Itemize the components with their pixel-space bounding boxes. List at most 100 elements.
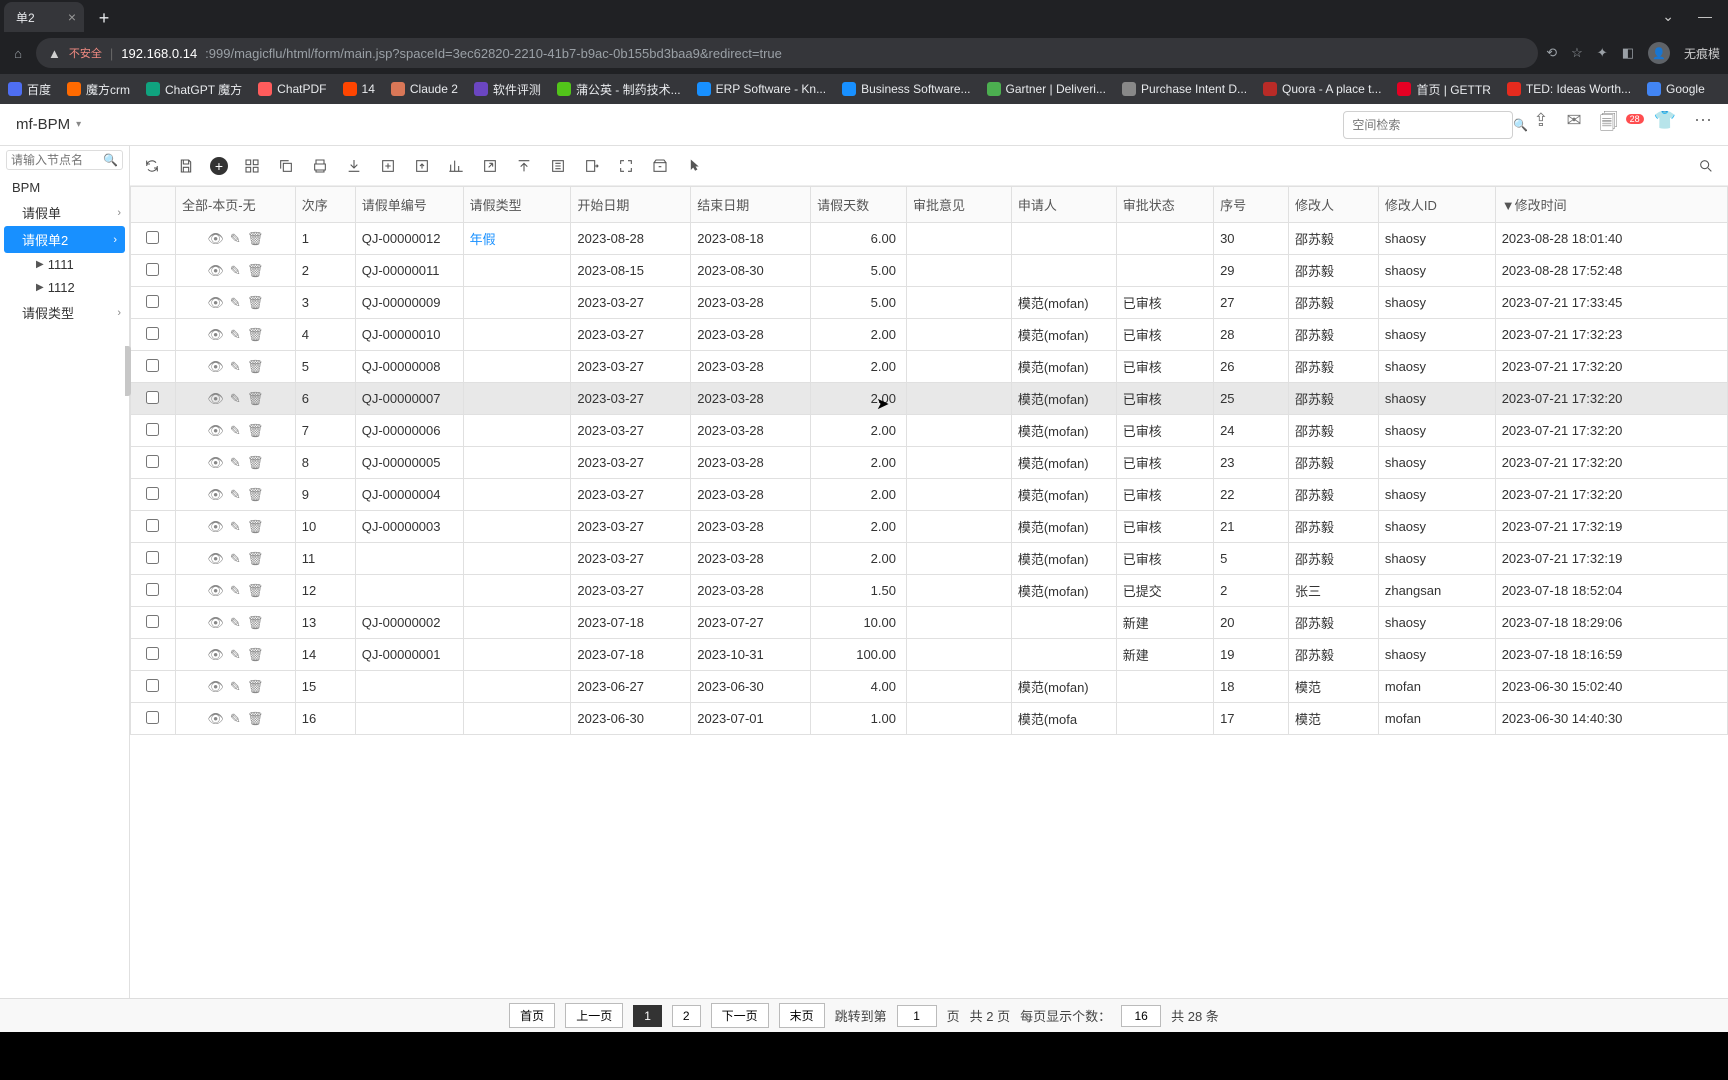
col-opinion[interactable]: 审批意见 (906, 187, 1011, 223)
row-checkbox[interactable] (146, 455, 159, 468)
table-row[interactable]: 👁 ✎ 🗑 13 QJ-00000002 2023-07-18 2023-07-… (131, 607, 1728, 639)
edit-icon[interactable]: ✎ (230, 359, 241, 375)
delete-icon[interactable]: 🗑 (247, 551, 264, 567)
table-row[interactable]: 👁 ✎ 🗑 5 QJ-00000008 2023-03-27 2023-03-2… (131, 351, 1728, 383)
col-start[interactable]: 开始日期 (571, 187, 691, 223)
view-icon[interactable]: 👁 (207, 423, 224, 439)
minimize-icon[interactable]: — (1698, 8, 1712, 25)
delete-icon[interactable]: 🗑 (247, 583, 264, 599)
copy-icon[interactable] (276, 156, 296, 176)
next-page-button[interactable]: 下一页 (711, 1003, 769, 1028)
fullscreen-icon[interactable] (616, 156, 636, 176)
edit-icon[interactable]: ✎ (230, 583, 241, 599)
bookmark-item[interactable]: 首页 | GETTR (1397, 81, 1490, 98)
edit-icon[interactable]: ✎ (230, 647, 241, 663)
bookmark-item[interactable]: ERP Software - Kn... (697, 82, 827, 96)
add-button[interactable]: + (210, 157, 228, 175)
bookmark-item[interactable]: Claude 2 (391, 82, 458, 96)
bookmark-item[interactable]: Gartner | Deliveri... (987, 82, 1106, 96)
table-row[interactable]: 👁 ✎ 🗑 1 QJ-00000012 年假 2023-08-28 2023-0… (131, 223, 1728, 255)
space-search-input[interactable] (1352, 118, 1507, 132)
new-tab-button[interactable]: + (90, 4, 118, 32)
bookmark-item[interactable]: ChatGPT 魔方 (146, 81, 242, 98)
edit-icon[interactable]: ✎ (230, 551, 241, 567)
delete-icon[interactable]: 🗑 (247, 359, 264, 375)
mail-icon[interactable]: ✉ (1566, 110, 1581, 140)
tree-node-1112[interactable]: ▶1112 (0, 276, 129, 299)
view-icon[interactable]: 👁 (207, 359, 224, 375)
grid-icon[interactable] (242, 156, 262, 176)
table-row[interactable]: 👁 ✎ 🗑 11 2023-03-27 2023-03-28 2.00 模范(m… (131, 543, 1728, 575)
table-row[interactable]: 👁 ✎ 🗑 14 QJ-00000001 2023-07-18 2023-10-… (131, 639, 1728, 671)
table-row[interactable]: 👁 ✎ 🗑 3 QJ-00000009 2023-03-27 2023-03-2… (131, 287, 1728, 319)
bookmark-item[interactable]: Quora - A place t... (1263, 82, 1381, 96)
table-row[interactable]: 👁 ✎ 🗑 4 QJ-00000010 2023-03-27 2023-03-2… (131, 319, 1728, 351)
row-checkbox[interactable] (146, 231, 159, 244)
view-icon[interactable]: 👁 (207, 551, 224, 567)
col-seq[interactable]: 次序 (295, 187, 355, 223)
browser-tab[interactable]: 单2 × (4, 2, 84, 32)
view-icon[interactable]: 👁 (207, 295, 224, 311)
view-icon[interactable]: 👁 (207, 583, 224, 599)
tree-node-leave2[interactable]: 请假单2› (4, 226, 125, 253)
row-checkbox[interactable] (146, 551, 159, 564)
row-checkbox[interactable] (146, 359, 159, 372)
prev-page-button[interactable]: 上一页 (565, 1003, 623, 1028)
edit-icon[interactable]: ✎ (230, 455, 241, 471)
close-tab-icon[interactable]: × (68, 9, 76, 25)
table-row[interactable]: 👁 ✎ 🗑 15 2023-06-27 2023-06-30 4.00 模范(m… (131, 671, 1728, 703)
page-2-button[interactable]: 2 (672, 1005, 701, 1027)
row-checkbox[interactable] (146, 391, 159, 404)
app-title-dropdown[interactable]: mf-BPM ▾ (16, 116, 81, 133)
bookmark-item[interactable]: 蒲公英 - 制药技术... (557, 81, 681, 98)
view-icon[interactable]: 👁 (207, 679, 224, 695)
home-icon[interactable]: ⌂ (8, 46, 28, 61)
per-page-input[interactable] (1121, 1005, 1161, 1027)
table-container[interactable]: 全部-本页-无 次序 请假单编号 请假类型 开始日期 结束日期 请假天数 审批意… (130, 186, 1728, 998)
col-type[interactable]: 请假类型 (463, 187, 571, 223)
notification-icon[interactable]: 🗐28 (1600, 110, 1636, 140)
jump-input[interactable] (897, 1005, 937, 1027)
sidebar-drag-handle[interactable] (125, 346, 131, 396)
edit-icon[interactable]: ✎ (230, 711, 241, 727)
bookmark-item[interactable]: 14 (343, 82, 375, 96)
bookmark-item[interactable]: Business Software... (842, 82, 970, 96)
extension-icon[interactable]: ◧ (1622, 45, 1634, 61)
table-row[interactable]: 👁 ✎ 🗑 12 2023-03-27 2023-03-28 1.50 模范(m… (131, 575, 1728, 607)
star-icon[interactable]: ✦ (1597, 45, 1608, 61)
chevron-down-icon[interactable]: ⌄ (1662, 8, 1674, 25)
row-checkbox[interactable] (146, 519, 159, 532)
tree-node-leave[interactable]: 请假单› (0, 199, 129, 226)
edit-icon[interactable]: ✎ (230, 487, 241, 503)
delete-icon[interactable]: 🗑 (247, 711, 264, 727)
delete-icon[interactable]: 🗑 (247, 295, 264, 311)
search-icon[interactable]: 🔍 (1513, 118, 1528, 132)
col-end[interactable]: 结束日期 (691, 187, 811, 223)
page-1-button[interactable]: 1 (633, 1005, 662, 1027)
table-row[interactable]: 👁 ✎ 🗑 9 QJ-00000004 2023-03-27 2023-03-2… (131, 479, 1728, 511)
delete-icon[interactable]: 🗑 (247, 455, 264, 471)
bookmark-star-icon[interactable]: ☆ (1571, 45, 1583, 61)
edit-icon[interactable]: ✎ (230, 327, 241, 343)
pointer-icon[interactable] (684, 156, 704, 176)
edit-icon[interactable]: ✎ (230, 679, 241, 695)
space-search[interactable]: 🔍 (1343, 111, 1513, 139)
delete-icon[interactable]: 🗑 (247, 487, 264, 503)
search-icon[interactable]: 🔍 (103, 153, 118, 167)
view-icon[interactable]: 👁 (207, 231, 224, 247)
chart-icon[interactable] (446, 156, 466, 176)
bookmark-item[interactable]: Google (1647, 82, 1705, 96)
settings-icon[interactable] (548, 156, 568, 176)
row-checkbox[interactable] (146, 487, 159, 500)
view-icon[interactable]: 👁 (207, 487, 224, 503)
row-checkbox[interactable] (146, 711, 159, 724)
col-status[interactable]: 审批状态 (1116, 187, 1213, 223)
first-page-button[interactable]: 首页 (509, 1003, 555, 1028)
url-input[interactable]: ▲ 不安全 | 192.168.0.14:999/magicflu/html/f… (36, 38, 1538, 68)
col-applicant[interactable]: 申请人 (1011, 187, 1116, 223)
bookmark-item[interactable]: 百度 (8, 81, 51, 98)
bookmark-item[interactable]: 软件评测 (474, 81, 541, 98)
row-checkbox[interactable] (146, 647, 159, 660)
view-icon[interactable]: 👁 (207, 263, 224, 279)
file-export-icon[interactable] (582, 156, 602, 176)
